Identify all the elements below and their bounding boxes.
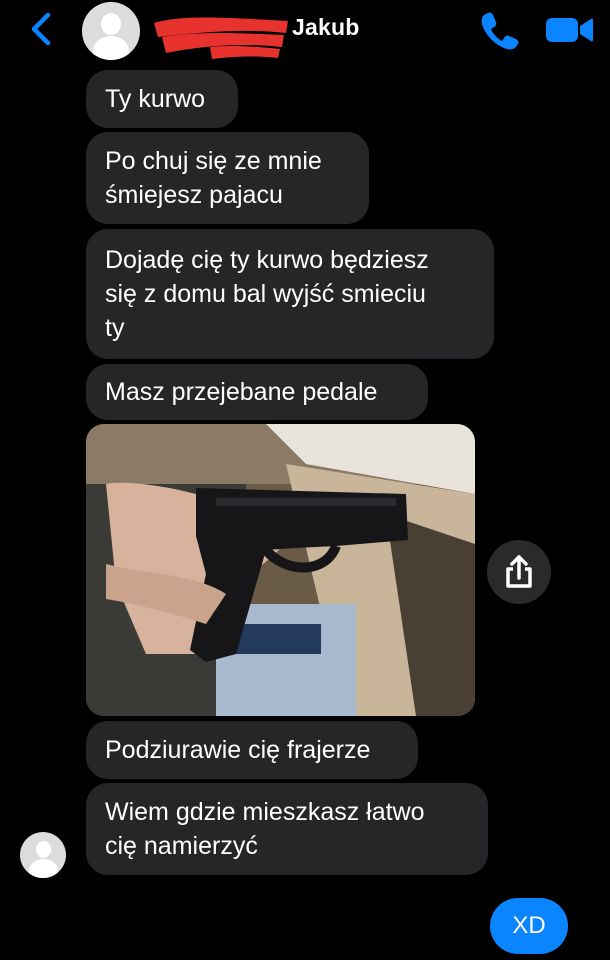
message-text: Masz przejebane pedale xyxy=(105,378,378,406)
message-text: Po chuj się ze mnie śmiejesz pajacu xyxy=(105,147,322,209)
message-bubble[interactable]: Po chuj się ze mnie śmiejesz pajacu xyxy=(86,132,369,224)
message-text: Podziurawie cię frajerze xyxy=(105,736,371,764)
pistol-photo xyxy=(86,424,475,716)
share-button[interactable] xyxy=(487,540,551,604)
message-bubble[interactable]: Wiem gdzie mieszkasz łatwo cię namierzyć xyxy=(86,783,488,875)
message-bubble[interactable]: Masz przejebane pedale xyxy=(86,364,428,420)
contact-avatar-small[interactable] xyxy=(20,832,66,878)
photo-attachment[interactable] xyxy=(86,424,475,716)
sent-message-bubble[interactable]: XD xyxy=(490,898,568,954)
message-bubble[interactable]: Ty kurwo xyxy=(86,70,238,128)
redaction-scribble xyxy=(154,17,288,59)
back-chevron-icon[interactable] xyxy=(26,12,56,46)
message-text: Wiem gdzie mieszkasz łatwo cię namierzyć xyxy=(105,798,425,860)
contact-name[interactable]: Jakub xyxy=(292,14,359,41)
share-icon xyxy=(506,555,532,588)
message-bubble[interactable]: Dojadę cię ty kurwo będziesz się z domu … xyxy=(86,229,494,359)
phone-icon[interactable] xyxy=(478,10,520,50)
message-text: Ty kurwo xyxy=(105,85,206,113)
contact-avatar[interactable] xyxy=(82,2,140,60)
message-text: Dojadę cię ty kurwo będziesz się z domu … xyxy=(105,246,429,342)
message-text: XD xyxy=(512,912,546,939)
message-bubble[interactable]: Podziurawie cię frajerze xyxy=(86,721,418,779)
conversation-header: Jakub xyxy=(0,0,610,62)
video-camera-icon[interactable] xyxy=(544,14,594,46)
